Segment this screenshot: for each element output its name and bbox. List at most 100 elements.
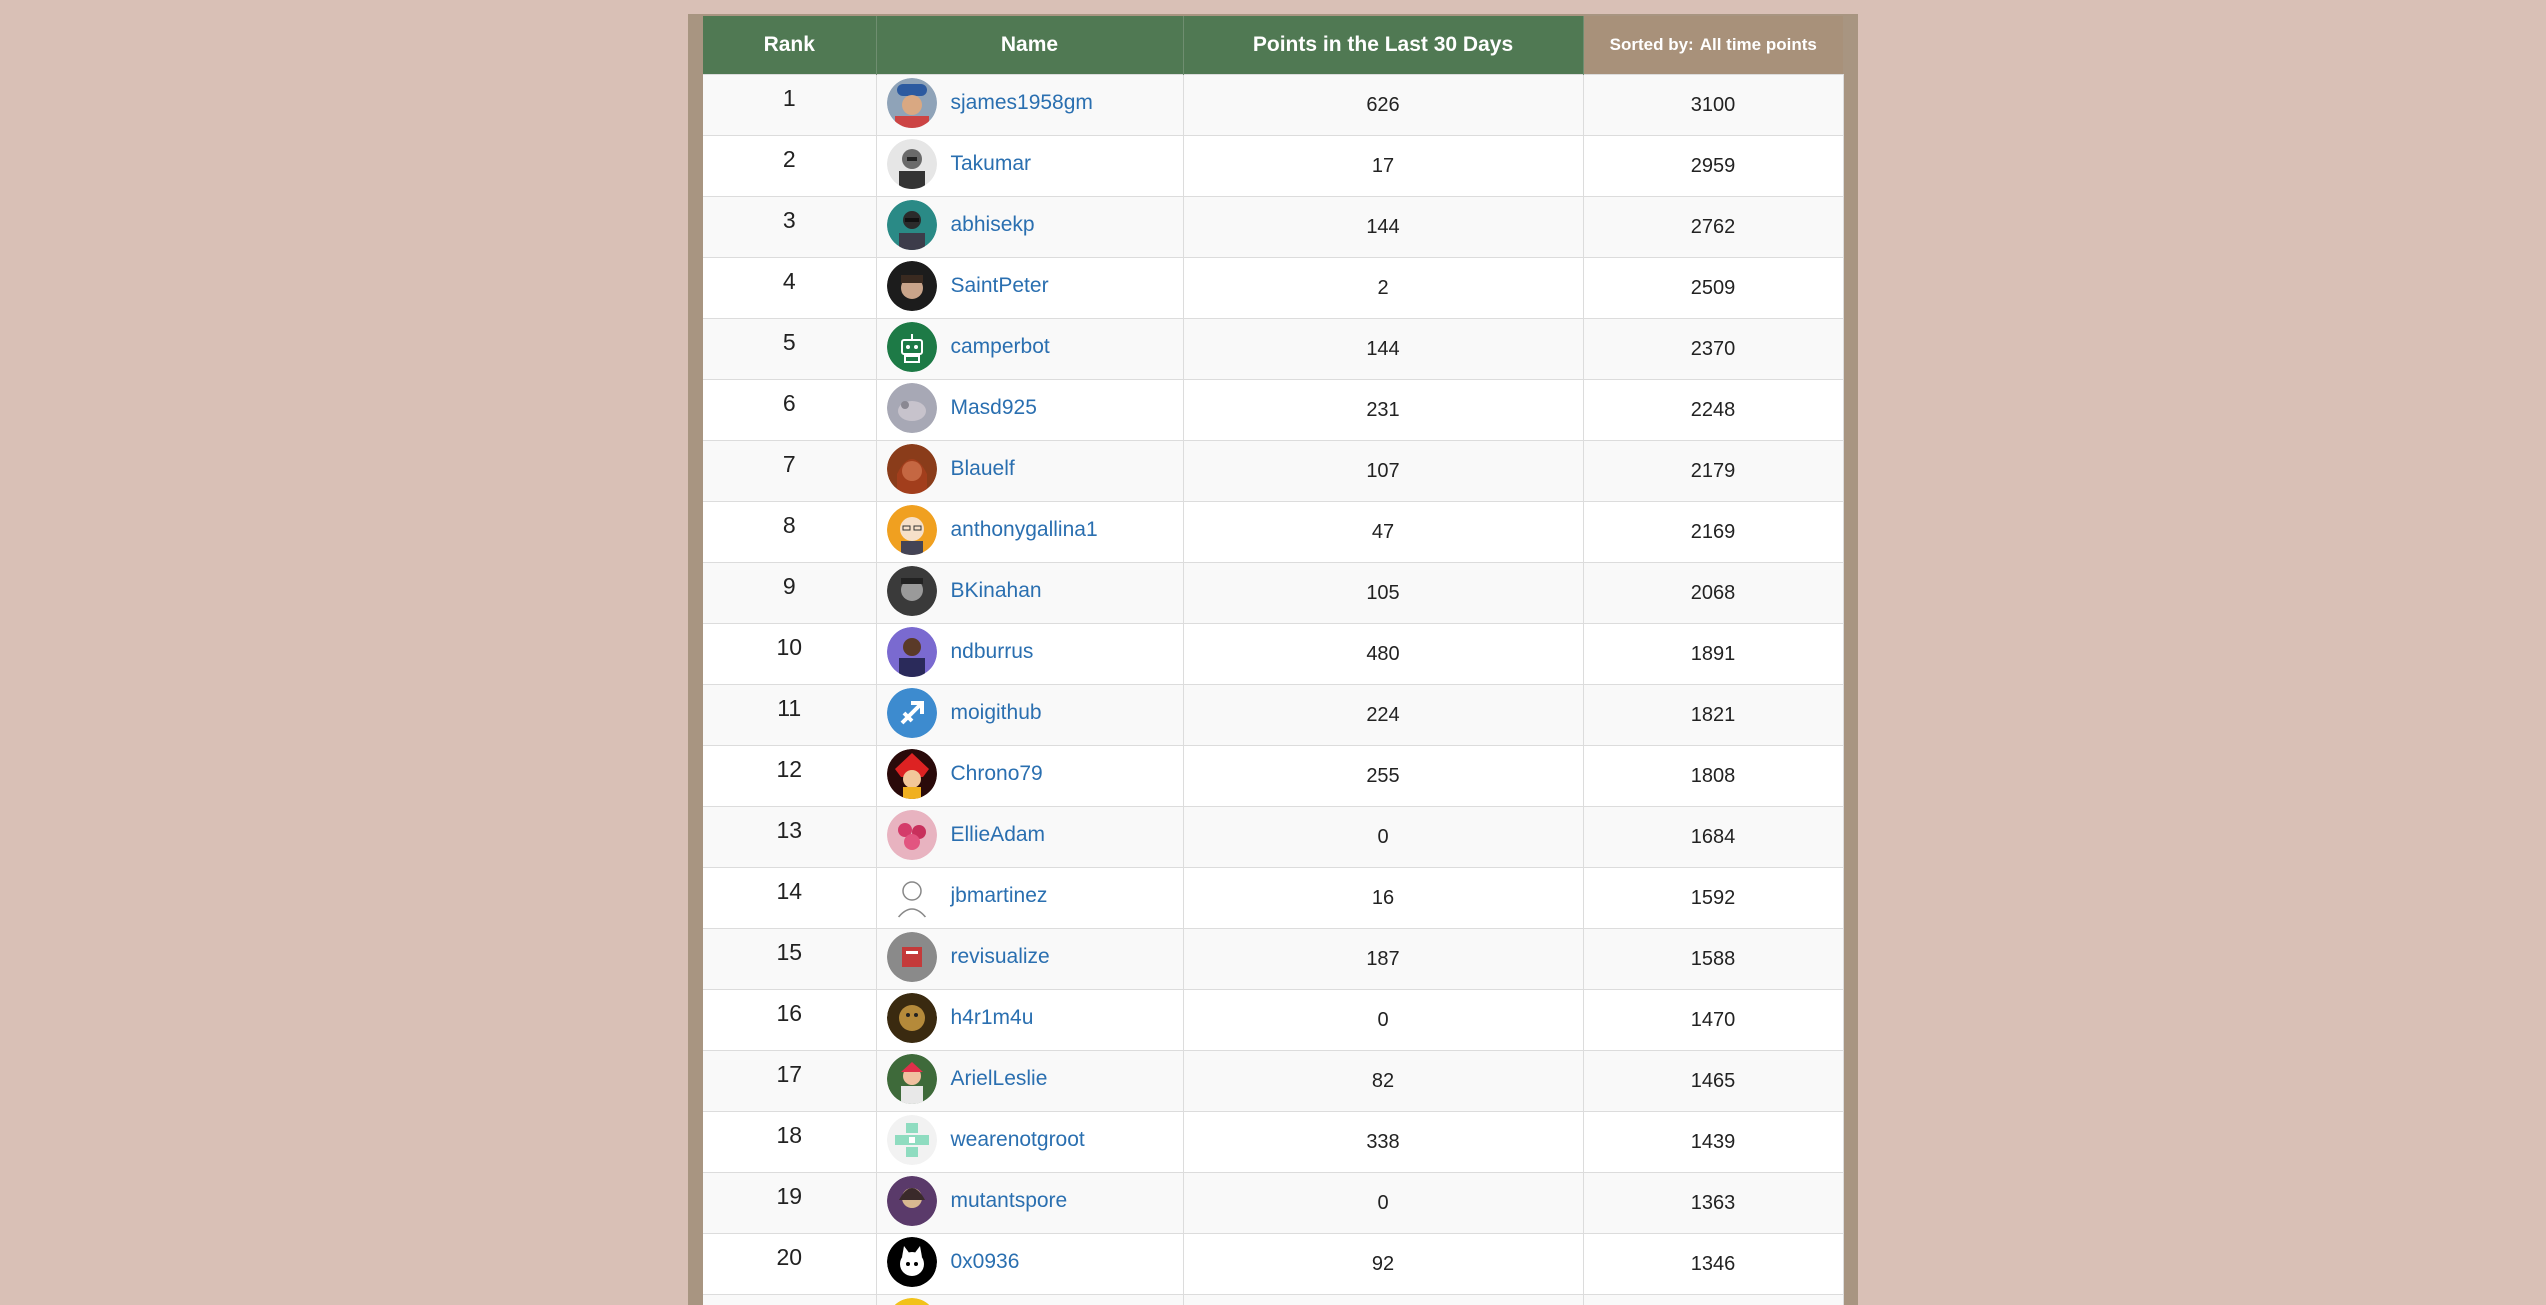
username-link[interactable]: anthonygallina1: [951, 518, 1098, 542]
name-cell: revisualize: [876, 928, 1184, 990]
rank-cell: 2: [703, 135, 877, 197]
username-link[interactable]: Takumar: [951, 152, 1032, 176]
avatar[interactable]: [886, 627, 937, 677]
username-link[interactable]: Masd925: [951, 396, 1037, 420]
avatar[interactable]: [886, 1054, 937, 1104]
table-row: 3 abhisekp 144 2762: [703, 196, 1844, 258]
table-row: [703, 1294, 1844, 1305]
rank-cell: 4: [703, 257, 877, 319]
sorted-by-label: Sorted by:: [1609, 35, 1694, 54]
username-link[interactable]: h4r1m4u: [951, 1006, 1034, 1030]
rank-cell: 14: [703, 867, 877, 929]
avatar[interactable]: [886, 1115, 937, 1165]
recent-points-cell: 2: [1183, 257, 1584, 319]
username-link[interactable]: mutantspore: [951, 1189, 1068, 1213]
recent-points-cell: 0: [1183, 1172, 1584, 1234]
table-row: 20 0x0936 92 1346: [703, 1233, 1844, 1295]
avatar[interactable]: [886, 139, 937, 189]
username-link[interactable]: Chrono79: [951, 762, 1043, 786]
table-row: 11 moigithub 224 1821: [703, 684, 1844, 746]
rank-cell: 15: [703, 928, 877, 990]
table-row: 5 camperbot 144 2370: [703, 318, 1844, 380]
username-link[interactable]: camperbot: [951, 335, 1050, 359]
name-cell: ndburrus: [876, 623, 1184, 685]
recent-points-cell: 255: [1183, 745, 1584, 807]
username-link[interactable]: BKinahan: [951, 579, 1042, 603]
avatar[interactable]: [886, 505, 937, 555]
alltime-points-cell: 2509: [1583, 257, 1844, 319]
avatar[interactable]: [886, 383, 937, 433]
avatar[interactable]: [886, 749, 937, 799]
recent-points-cell: 105: [1183, 562, 1584, 624]
header-row: Rank Name Points in the Last 30 Days Sor…: [703, 16, 1843, 75]
avatar[interactable]: [886, 1176, 937, 1226]
table-row: 8 anthonygallina1 47 2169: [703, 501, 1844, 563]
rank-cell: 7: [703, 440, 877, 502]
leaderboard-table: Rank Name Points in the Last 30 Days Sor…: [703, 16, 1844, 1305]
name-cell: SaintPeter: [876, 257, 1184, 319]
table-row: 13 EllieAdam 0 1684: [703, 806, 1844, 868]
table-row: 14 jbmartinez 16 1592: [703, 867, 1844, 929]
avatar[interactable]: [886, 200, 937, 250]
avatar[interactable]: [886, 871, 937, 921]
username-link[interactable]: ArielLeslie: [951, 1067, 1048, 1091]
rank-header[interactable]: Rank: [703, 16, 877, 75]
username-link[interactable]: 0x0936: [951, 1250, 1020, 1274]
avatar[interactable]: [886, 688, 937, 738]
rank-cell: 11: [703, 684, 877, 746]
alltime-points-cell: 1592: [1583, 867, 1844, 929]
name-cell: Masd925: [876, 379, 1184, 441]
alltime-points-cell: 1465: [1583, 1050, 1844, 1112]
alltime-points-cell: 2370: [1583, 318, 1844, 380]
rank-cell: 6: [703, 379, 877, 441]
username-link[interactable]: abhisekp: [951, 213, 1035, 237]
alltime-points-cell: 1684: [1583, 806, 1844, 868]
name-cell: sjames1958gm: [876, 74, 1184, 136]
recent-points-cell: 82: [1183, 1050, 1584, 1112]
name-header[interactable]: Name: [876, 16, 1184, 75]
alltime-points-cell: 1891: [1583, 623, 1844, 685]
name-cell: jbmartinez: [876, 867, 1184, 929]
recent-points-cell: 480: [1183, 623, 1584, 685]
username-link[interactable]: Blauelf: [951, 457, 1015, 481]
recent-points-header[interactable]: Points in the Last 30 Days: [1183, 16, 1584, 75]
rank-cell: [703, 1294, 877, 1305]
avatar[interactable]: [886, 78, 937, 128]
table-row: 9 BKinahan 105 2068: [703, 562, 1844, 624]
avatar[interactable]: [886, 993, 937, 1043]
username-link[interactable]: revisualize: [951, 945, 1050, 969]
name-cell: Takumar: [876, 135, 1184, 197]
avatar[interactable]: [886, 261, 937, 311]
avatar[interactable]: [887, 1298, 937, 1305]
rank-cell: 16: [703, 989, 877, 1051]
table-row: 18 wearenotgroot 338 1439: [703, 1111, 1844, 1173]
name-cell: abhisekp: [876, 196, 1184, 258]
name-cell: ArielLeslie: [876, 1050, 1184, 1112]
name-cell: BKinahan: [876, 562, 1184, 624]
avatar[interactable]: [886, 444, 937, 494]
rank-cell: 1: [703, 74, 877, 136]
username-link[interactable]: ndburrus: [951, 640, 1034, 664]
avatar[interactable]: [886, 810, 937, 860]
sort-header[interactable]: Sorted by: All time points: [1583, 16, 1843, 75]
table-row: 15 revisualize 187 1588: [703, 928, 1844, 990]
alltime-points-cell: [1583, 1294, 1844, 1305]
username-link[interactable]: jbmartinez: [951, 884, 1048, 908]
username-link[interactable]: EllieAdam: [951, 823, 1046, 847]
username-link[interactable]: sjames1958gm: [951, 91, 1093, 115]
rank-cell: 20: [703, 1233, 877, 1295]
rank-cell: 19: [703, 1172, 877, 1234]
username-link[interactable]: SaintPeter: [951, 274, 1049, 298]
avatar[interactable]: [886, 932, 937, 982]
username-link[interactable]: wearenotgroot: [951, 1128, 1085, 1152]
alltime-points-cell: 2169: [1583, 501, 1844, 563]
avatar[interactable]: [886, 566, 937, 616]
avatar[interactable]: [886, 1237, 937, 1287]
rank-cell: 12: [703, 745, 877, 807]
table-row: 4 SaintPeter 2 2509: [703, 257, 1844, 319]
recent-points-cell: 231: [1183, 379, 1584, 441]
username-link[interactable]: moigithub: [951, 701, 1042, 725]
table-row: 19 mutantspore 0 1363: [703, 1172, 1844, 1234]
avatar[interactable]: [886, 322, 937, 372]
recent-points-cell: 16: [1183, 867, 1584, 929]
